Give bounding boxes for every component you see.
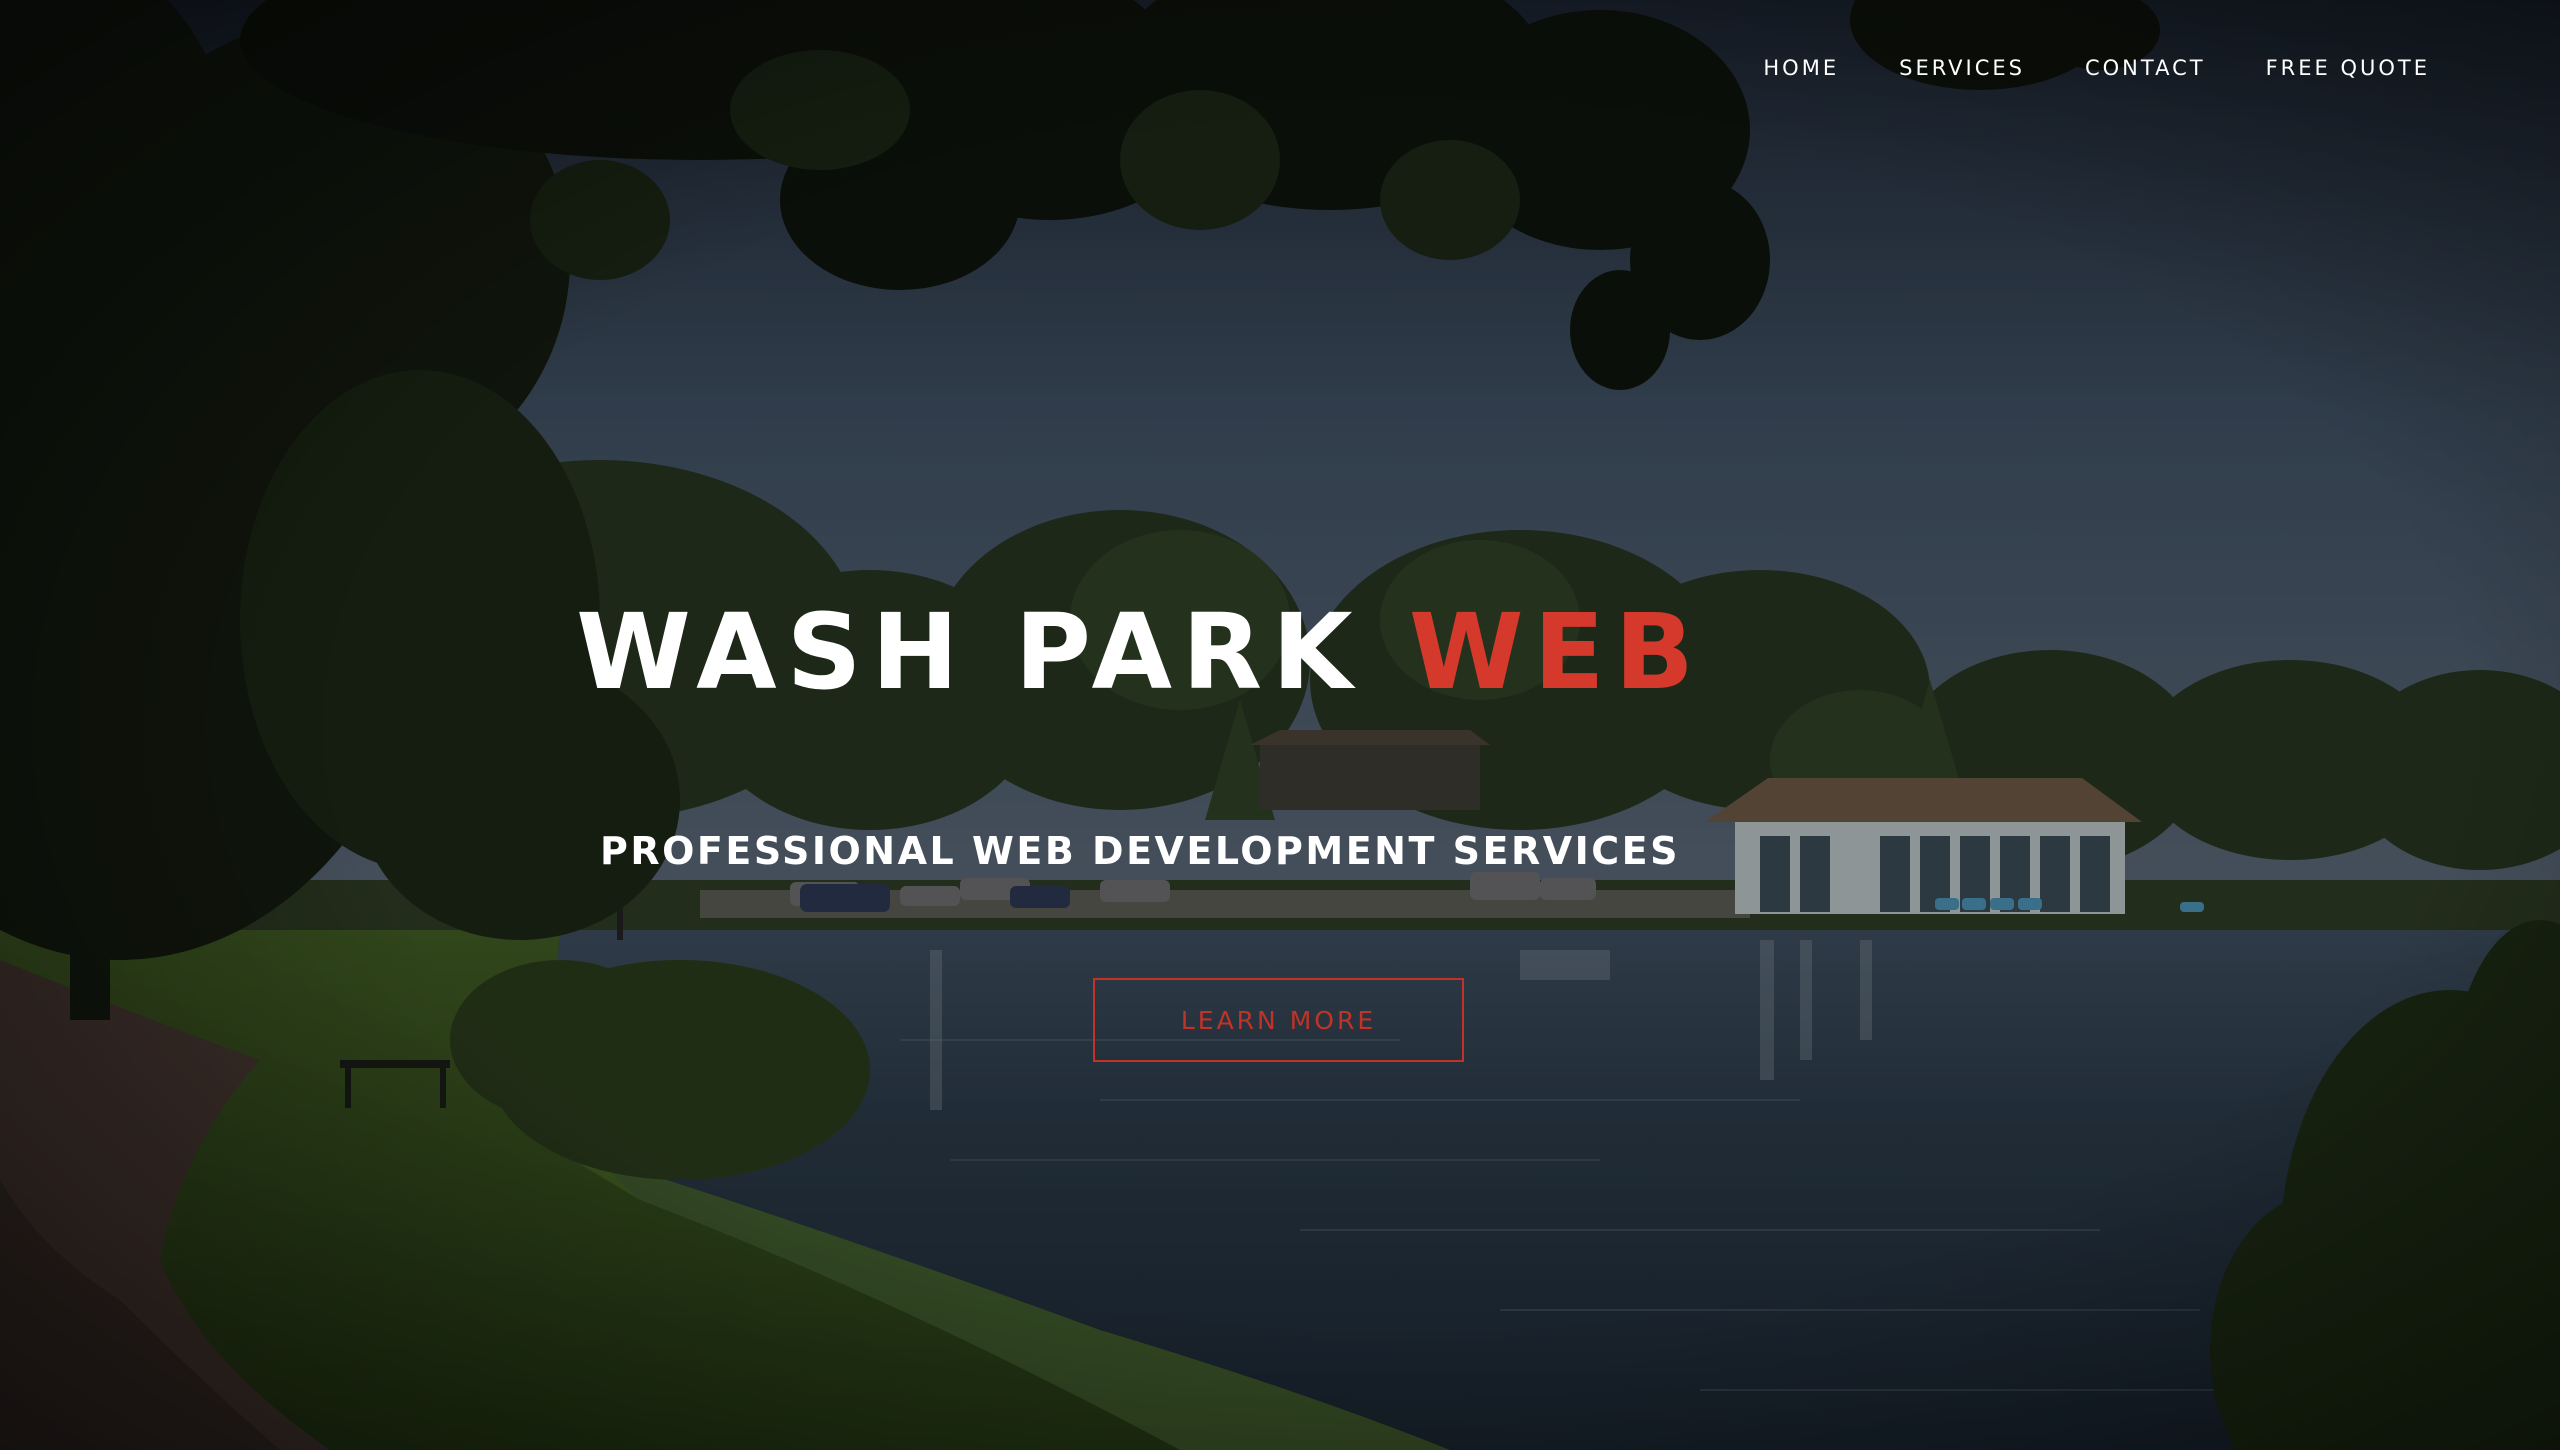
- learn-more-button[interactable]: LEARN MORE: [1093, 978, 1464, 1062]
- hero-subtitle: PROFESSIONAL WEB DEVELOPMENT SERVICES: [600, 829, 1680, 873]
- background-photo-lake-park: [0, 0, 2560, 1450]
- nav-link-free-quote[interactable]: FREE QUOTE: [2266, 52, 2430, 84]
- hero-title-accent: WEB: [1408, 591, 1704, 713]
- nav-link-contact[interactable]: CONTACT: [2085, 52, 2206, 84]
- hero-title: WASH PARK WEB: [0, 592, 2560, 712]
- hero-title-main: WASH PARK: [576, 591, 1409, 713]
- nav-link-home[interactable]: HOME: [1763, 52, 1839, 84]
- top-nav: HOME SERVICES CONTACT FREE QUOTE: [1763, 52, 2430, 84]
- hero-section: HOME SERVICES CONTACT FREE QUOTE WASH PA…: [0, 0, 2560, 1450]
- nav-link-services[interactable]: SERVICES: [1899, 52, 2025, 84]
